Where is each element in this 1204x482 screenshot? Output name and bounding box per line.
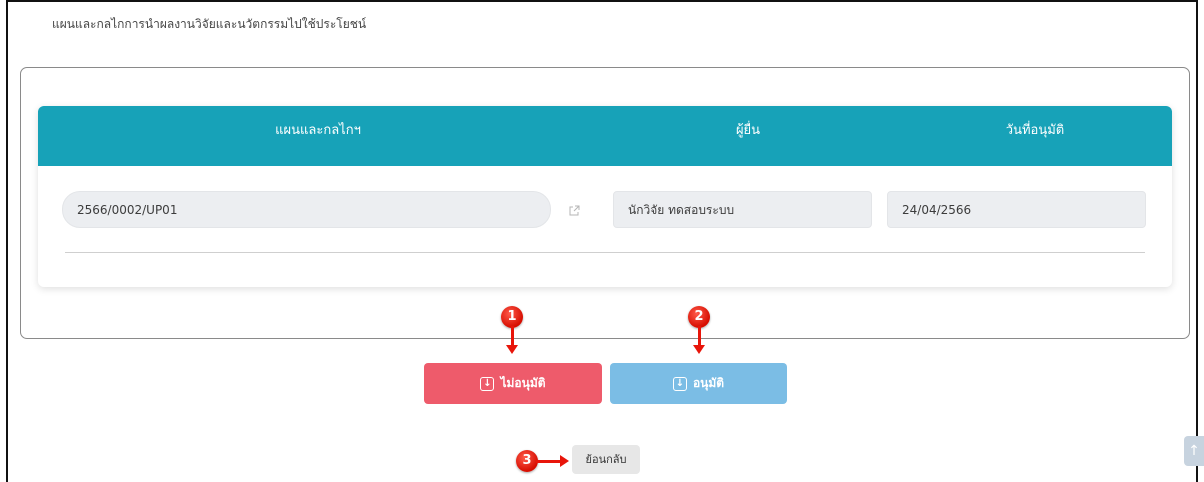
external-link-icon[interactable] [568, 202, 580, 216]
scroll-top-button[interactable]: ↑ [1184, 436, 1204, 466]
approval-date-field[interactable]: 24/04/2566 [887, 191, 1146, 228]
download-icon: ↓ [480, 376, 495, 391]
column-header-plan: แผนและกลไกฯ [275, 123, 361, 138]
submitter-field[interactable]: นักวิจัย ทดสอบระบบ [613, 191, 872, 228]
approve-button-label: อนุมัติ [692, 376, 725, 390]
reject-button-label: ไม่อนุมัติ [500, 376, 546, 390]
table-header: แผนและกลไกฯ ผู้ยื่น วันที่อนุมัติ [38, 106, 1172, 166]
column-header-approval-date: วันที่อนุมัติ [1005, 123, 1065, 138]
reject-button[interactable]: ↓ ไม่อนุมัติ [424, 363, 602, 404]
marker-1: 1 [501, 306, 523, 328]
plan-table: แผนและกลไกฯ ผู้ยื่น วันที่อนุมัติ 2566/0… [38, 106, 1172, 287]
section-title: แผนและกลไกการนำผลงานวิจัยและนวัตกรรมไปใช… [52, 17, 367, 31]
back-button[interactable]: ย้อนกลับ [572, 445, 640, 474]
column-header-submitter: ผู้ยื่น [735, 123, 761, 138]
approve-button[interactable]: ↓ อนุมัติ [610, 363, 787, 404]
marker-2-arrow [693, 326, 705, 354]
marker-3: 3 [516, 450, 538, 472]
marker-3-arrow [536, 455, 569, 467]
marker-2: 2 [688, 306, 710, 328]
download-icon: ↓ [672, 376, 687, 391]
arrow-up-icon: ↑ [1188, 443, 1200, 459]
row-divider [65, 252, 1145, 253]
plan-number-field[interactable]: 2566/0002/UP01 [62, 191, 551, 228]
marker-1-arrow [506, 326, 518, 354]
